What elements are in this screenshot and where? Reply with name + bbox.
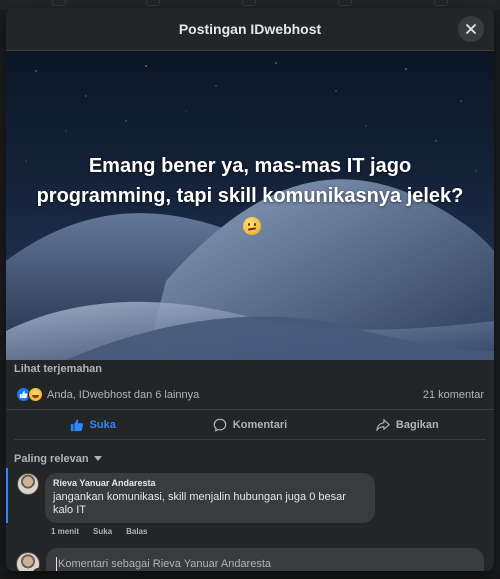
comment-author[interactable]: Rieva Yanuar Andaresta xyxy=(53,478,367,488)
share-button[interactable]: Bagikan xyxy=(329,410,486,439)
composer-avatar[interactable] xyxy=(16,552,43,571)
post-text: Emang bener ya, mas-mas IT jago programm… xyxy=(36,151,464,241)
like-button[interactable]: Suka xyxy=(14,410,171,439)
comment-button-label: Komentari xyxy=(232,418,288,431)
comment-text: jangankan komunikasi, skill menjalin hub… xyxy=(53,491,346,516)
nav-ghost-icon xyxy=(338,0,352,6)
post-text-content: Emang bener ya, mas-mas IT jago programm… xyxy=(36,155,464,207)
chevron-down-icon xyxy=(33,568,43,571)
share-button-label: Bagikan xyxy=(395,418,439,431)
nav-ghost-icon xyxy=(52,0,66,6)
share-arrow-icon xyxy=(376,418,390,431)
comment-timestamp[interactable]: 1 menit xyxy=(51,527,79,540)
like-button-label: Suka xyxy=(89,418,116,431)
comment-meta: 1 menit Suka Balas xyxy=(6,523,494,540)
backdrop-bottom xyxy=(0,571,500,579)
reaction-icons xyxy=(16,387,43,402)
haha-reaction-icon xyxy=(28,387,43,402)
nav-ghost-icon xyxy=(434,0,448,6)
reactions-summary-text: Anda, IDwebhost dan 6 lainnya xyxy=(47,388,200,401)
post-modal: Postingan IDwebhost Emang bener ya, mas-… xyxy=(6,8,494,571)
comment-item: Rieva Yanuar Andaresta jangankan komunik… xyxy=(6,468,494,523)
comment-sort-label: Paling relevan xyxy=(14,452,89,465)
post-image[interactable]: Emang bener ya, mas-mas IT jago programm… xyxy=(6,51,494,360)
thinking-face-icon xyxy=(243,217,261,235)
reactions-summary[interactable]: Anda, IDwebhost dan 6 lainnya xyxy=(16,387,199,402)
comment-reply-link[interactable]: Balas xyxy=(126,527,147,540)
comment-input[interactable] xyxy=(56,557,474,571)
comment-button[interactable]: Komentari xyxy=(171,410,328,439)
comment-like-link[interactable]: Suka xyxy=(93,527,112,540)
nav-ghost-icon xyxy=(242,0,256,6)
caret-down-icon xyxy=(93,455,102,461)
post-action-bar: Suka Komentari Bagikan xyxy=(14,410,486,440)
comment-sort-dropdown[interactable]: Paling relevan xyxy=(6,440,494,468)
comment-composer: GIF xyxy=(46,548,484,571)
see-translation-link[interactable]: Lihat terjemahan xyxy=(6,360,494,380)
comment-bubble: Rieva Yanuar Andaresta jangankan komunik… xyxy=(45,473,375,523)
reactions-row: Anda, IDwebhost dan 6 lainnya 21 komenta… xyxy=(6,380,494,410)
close-icon xyxy=(466,24,476,34)
thumbs-up-icon xyxy=(70,418,83,431)
modal-header: Postingan IDwebhost xyxy=(6,8,494,51)
close-button[interactable] xyxy=(458,16,484,42)
comment-count-link[interactable]: 21 komentar xyxy=(423,389,484,401)
modal-title: Postingan IDwebhost xyxy=(178,21,322,37)
nav-ghost-icon xyxy=(146,0,160,6)
commenter-avatar[interactable] xyxy=(17,473,39,495)
comment-bubble-icon xyxy=(213,418,227,432)
comment-composer-row: GIF xyxy=(6,540,494,571)
